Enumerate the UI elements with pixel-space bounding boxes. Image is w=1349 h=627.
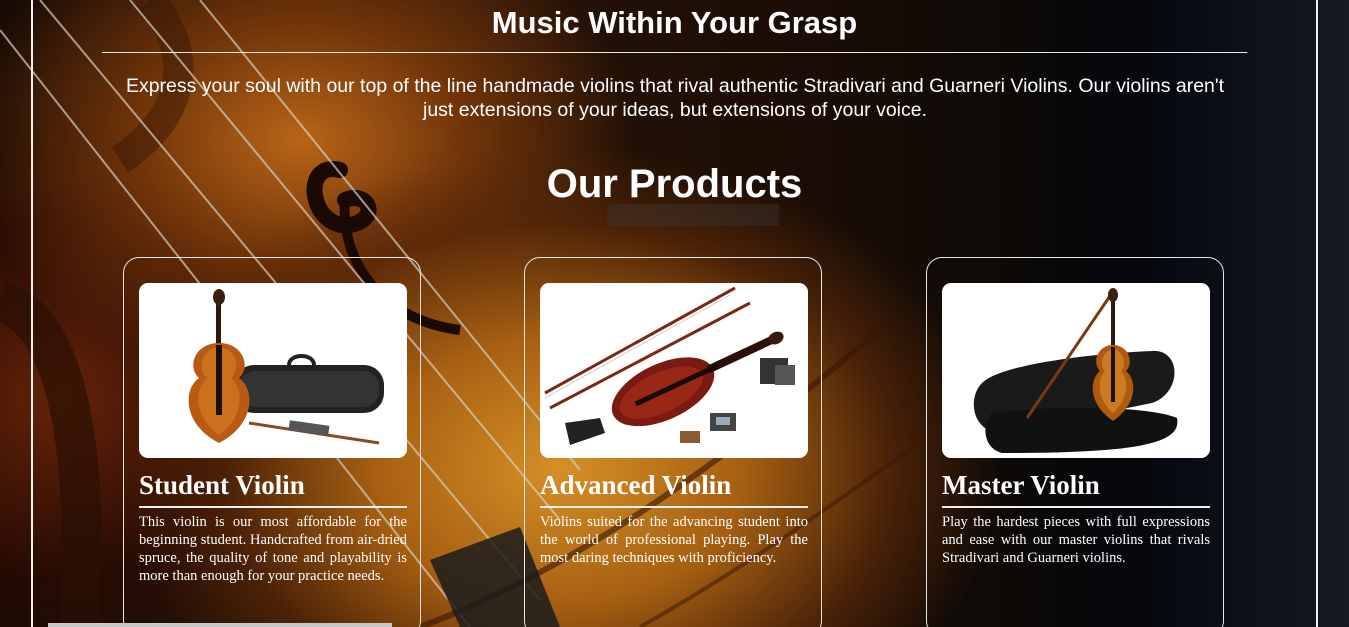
product-title: Advanced Violin bbox=[540, 468, 808, 508]
frame-line-right bbox=[1316, 0, 1318, 627]
master-violin-image[interactable] bbox=[942, 283, 1210, 458]
product-title: Student Violin bbox=[139, 468, 407, 508]
product-description: This violin is our most affordable for t… bbox=[139, 514, 407, 584]
product-description: Play the hardest pieces with full expres… bbox=[942, 514, 1210, 566]
product-description: Violins suited for the advancing student… bbox=[540, 514, 808, 566]
student-violin-image[interactable] bbox=[139, 283, 407, 458]
page-title: Music Within Your Grasp bbox=[491, 5, 858, 40]
violin-in-open-case-image bbox=[973, 288, 1178, 453]
frame-line-left bbox=[31, 0, 33, 627]
products-heading: Our Products bbox=[546, 162, 803, 206]
horizontal-scrollbar[interactable] bbox=[48, 623, 392, 627]
violin-with-accessories-image bbox=[544, 286, 795, 445]
violin-with-case-image bbox=[188, 289, 384, 445]
product-card-master[interactable]: Master Violin Play the hardest pieces wi… bbox=[926, 257, 1224, 627]
product-title: Master Violin bbox=[942, 468, 1210, 508]
intro-paragraph: Express your soul with our top of the li… bbox=[125, 75, 1225, 121]
title-divider bbox=[102, 52, 1247, 53]
product-card-advanced[interactable]: Advanced Violin Violins suited for the a… bbox=[524, 257, 822, 627]
faded-overlay-box bbox=[607, 204, 779, 226]
advanced-violin-image[interactable] bbox=[540, 283, 808, 458]
product-card-student[interactable]: Student Violin This violin is our most a… bbox=[123, 257, 421, 627]
